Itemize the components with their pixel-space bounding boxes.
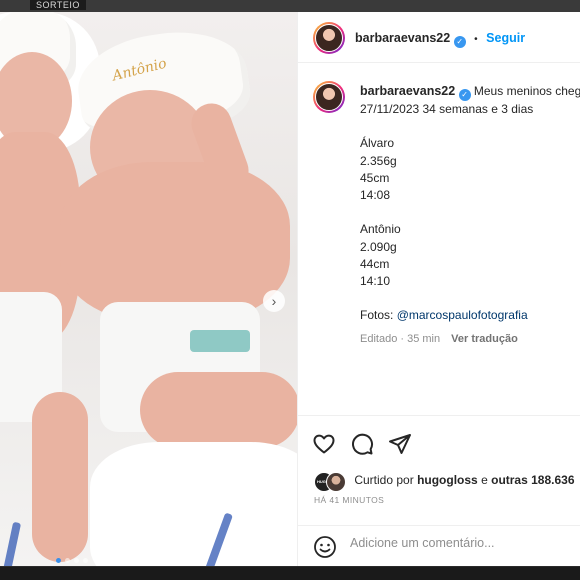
carousel-dot — [83, 558, 88, 563]
separator-dot: • — [474, 34, 478, 45]
background-tag: SORTEIO — [30, 0, 86, 10]
comment-input[interactable] — [350, 536, 580, 550]
liked-avatars: HUGO GLOSS — [314, 472, 348, 492]
comment-bar — [298, 525, 580, 567]
caption-line: Álvaro — [360, 136, 395, 151]
post-time[interactable]: HÁ 41 MINUTOS — [314, 495, 384, 505]
liked-by: HUGO GLOSS Curtido por hugogloss e outra… — [314, 472, 575, 492]
caption-line: 14:10 — [360, 274, 391, 288]
avatar[interactable] — [313, 22, 345, 54]
carousel-dot — [74, 558, 79, 563]
caption-line: 2.090g — [360, 239, 397, 254]
liked-user[interactable]: hugogloss — [417, 473, 478, 487]
verified-badge-icon: ✓ — [458, 89, 471, 101]
baby-left-leg — [32, 392, 88, 562]
caption: barbaraevans22 ✓ Meus meninos chegaram 2… — [360, 83, 580, 348]
carousel-dots — [56, 558, 88, 563]
blanket-stripe — [2, 521, 22, 566]
background-strip — [0, 0, 580, 12]
caption-first-line: Meus meninos chegaram — [473, 84, 580, 98]
carousel-dot — [56, 558, 61, 563]
liked-others[interactable]: outras 188.636 — [491, 473, 574, 487]
caption-line: 45cm — [360, 170, 390, 185]
caption-area: barbaraevans22 ✓ Meus meninos chegaram 2… — [298, 63, 580, 415]
caption-line: Antônio — [360, 222, 401, 237]
photo-blanket-bottom — [90, 442, 297, 566]
caption-line: 27/11/2023 34 semanas e 3 dias — [360, 102, 534, 116]
comment-icon[interactable] — [350, 432, 374, 456]
caption-line: 14:08 — [360, 188, 391, 202]
edited-label: Editado · 35 min — [360, 332, 441, 345]
smile-icon[interactable] — [313, 535, 337, 559]
translate-link[interactable]: Ver tradução — [451, 333, 518, 345]
caption-gap — [360, 118, 580, 135]
post-panel: barbaraevans22 ✓ • Seguir barbaraevans22… — [297, 12, 580, 566]
baby-right-torso — [60, 162, 290, 322]
heart-icon[interactable] — [312, 432, 336, 456]
background-bottom — [0, 567, 580, 580]
header-username[interactable]: barbaraevans22 — [355, 31, 450, 45]
chevron-right-icon[interactable]: › — [263, 290, 285, 312]
carousel-dot — [65, 558, 70, 563]
post-photo[interactable]: Antônio › — [0, 12, 297, 566]
post-actions: HUGO GLOSS Curtido por hugogloss e outra… — [298, 415, 580, 526]
baby-right-leg — [140, 372, 297, 448]
share-icon[interactable] — [388, 432, 412, 456]
post-header: barbaraevans22 ✓ • Seguir — [298, 12, 580, 63]
caption-line: 2.356g — [360, 153, 397, 168]
photographer-mention[interactable]: @marcospaulofotografia — [397, 308, 528, 322]
liked-prefix: Curtido por — [354, 473, 414, 488]
caption-gap — [360, 290, 580, 307]
caption-username[interactable]: barbaraevans22 — [360, 84, 455, 98]
caption-line: 44cm — [360, 256, 390, 271]
caption-avatar[interactable] — [313, 81, 345, 113]
verified-badge-icon: ✓ — [453, 36, 466, 48]
liked-middle: e — [481, 473, 488, 488]
photos-label: Fotos: — [360, 308, 394, 323]
diaper-band — [190, 330, 250, 352]
follow-button[interactable]: Seguir — [486, 31, 525, 45]
caption-lines: 27/11/2023 34 semanas e 3 dias Álvaro 2.35… — [360, 101, 580, 307]
caption-gap — [360, 204, 580, 221]
